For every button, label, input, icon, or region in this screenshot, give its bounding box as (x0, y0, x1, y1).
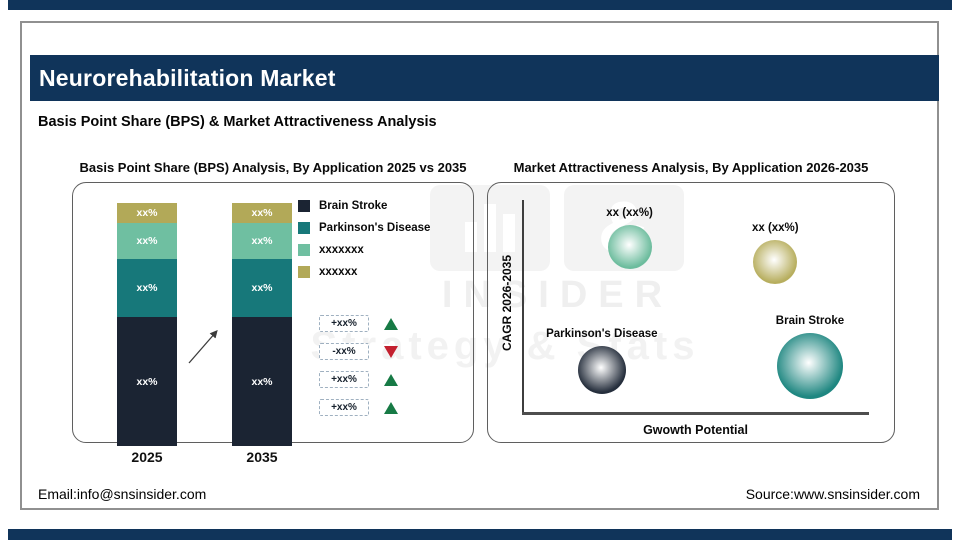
slide: & INSIDER Strategy & Stats Neurorehabili… (0, 0, 960, 540)
bar-category-label-2035: 2035 (232, 449, 292, 465)
legend-item: Parkinson's Disease (298, 221, 430, 235)
delta-row: +xx% (319, 315, 398, 332)
delta-row: +xx% (319, 371, 398, 388)
bps-chart-title: Basis Point Share (BPS) Analysis, By App… (72, 160, 474, 175)
bar-segment: xx% (117, 259, 177, 317)
delta-value-box: +xx% (319, 371, 369, 388)
bar-segment-value: xx% (136, 207, 157, 219)
delta-list: +xx% -xx% +xx% +xx% (319, 315, 398, 416)
delta-row: -xx% (319, 343, 398, 360)
legend-item: xxxxxxx (298, 243, 430, 257)
legend-label: xxxxxx (319, 266, 357, 278)
bar-segment: xx% (117, 223, 177, 259)
legend-swatch (298, 200, 310, 212)
bubble (608, 225, 652, 269)
bar-segment-value: xx% (136, 282, 157, 294)
bar-segment: xx% (232, 317, 292, 446)
y-axis-label: CAGR 2026-2035 (500, 208, 514, 398)
bar-segment: xx% (232, 223, 292, 259)
bar-segment: xx% (117, 317, 177, 446)
legend: Brain StrokeParkinson's Diseasexxxxxxxxx… (298, 199, 430, 279)
y-axis-line (522, 200, 524, 414)
bar-segment-value: xx% (251, 235, 272, 247)
bar-segment: xx% (117, 203, 177, 223)
bubble (578, 346, 626, 394)
delta-row: +xx% (319, 399, 398, 416)
bubble (777, 333, 843, 399)
bottom-accent-bar (8, 529, 952, 540)
trend-arrow-icon (184, 324, 226, 370)
legend-label: xxxxxxx (319, 244, 364, 256)
bubble-label: Parkinson's Disease (522, 328, 682, 340)
triangle-up-icon (384, 374, 398, 386)
delta-value-box: -xx% (319, 343, 369, 360)
legend-label: Parkinson's Disease (319, 222, 430, 234)
x-axis-line (522, 412, 869, 415)
bar-segment-value: xx% (136, 235, 157, 247)
bar-category-label-2025: 2025 (117, 449, 177, 465)
footer-email: Email:info@snsinsider.com (38, 486, 206, 502)
stacked-bar-2025: xx% xx% xx% xx% (117, 203, 177, 446)
legend-label: Brain Stroke (319, 200, 387, 212)
legend-swatch (298, 266, 310, 278)
bubble-label: xx (xx%) (695, 222, 855, 234)
bubble-label: Brain Stroke (730, 315, 890, 327)
page-subtitle: Basis Point Share (BPS) & Market Attract… (38, 114, 437, 130)
delta-value-box: +xx% (319, 315, 369, 332)
bar-segment-value: xx% (251, 376, 272, 388)
attractiveness-chart-title: Market Attractiveness Analysis, By Appli… (487, 160, 895, 175)
bar-segment-value: xx% (251, 282, 272, 294)
bubble-label: xx (xx%) (550, 207, 710, 219)
legend-swatch (298, 244, 310, 256)
x-axis-label: Gwowth Potential (522, 423, 869, 437)
triangle-up-icon (384, 402, 398, 414)
bar-segment-value: xx% (251, 207, 272, 219)
top-accent-bar (8, 0, 952, 10)
stacked-bar-2035: xx% xx% xx% xx% (232, 203, 292, 446)
delta-value-box: +xx% (319, 399, 369, 416)
legend-swatch (298, 222, 310, 234)
bar-segment: xx% (232, 203, 292, 223)
legend-item: xxxxxx (298, 265, 430, 279)
triangle-down-icon (384, 346, 398, 358)
footer-source: Source:www.snsinsider.com (746, 486, 920, 502)
bar-segment-value: xx% (136, 376, 157, 388)
bar-segment: xx% (232, 259, 292, 317)
legend-item: Brain Stroke (298, 199, 430, 213)
title-bar: Neurorehabilitation Market (30, 55, 939, 101)
page-title: Neurorehabilitation Market (30, 65, 336, 92)
triangle-up-icon (384, 318, 398, 330)
bubble (753, 240, 797, 284)
